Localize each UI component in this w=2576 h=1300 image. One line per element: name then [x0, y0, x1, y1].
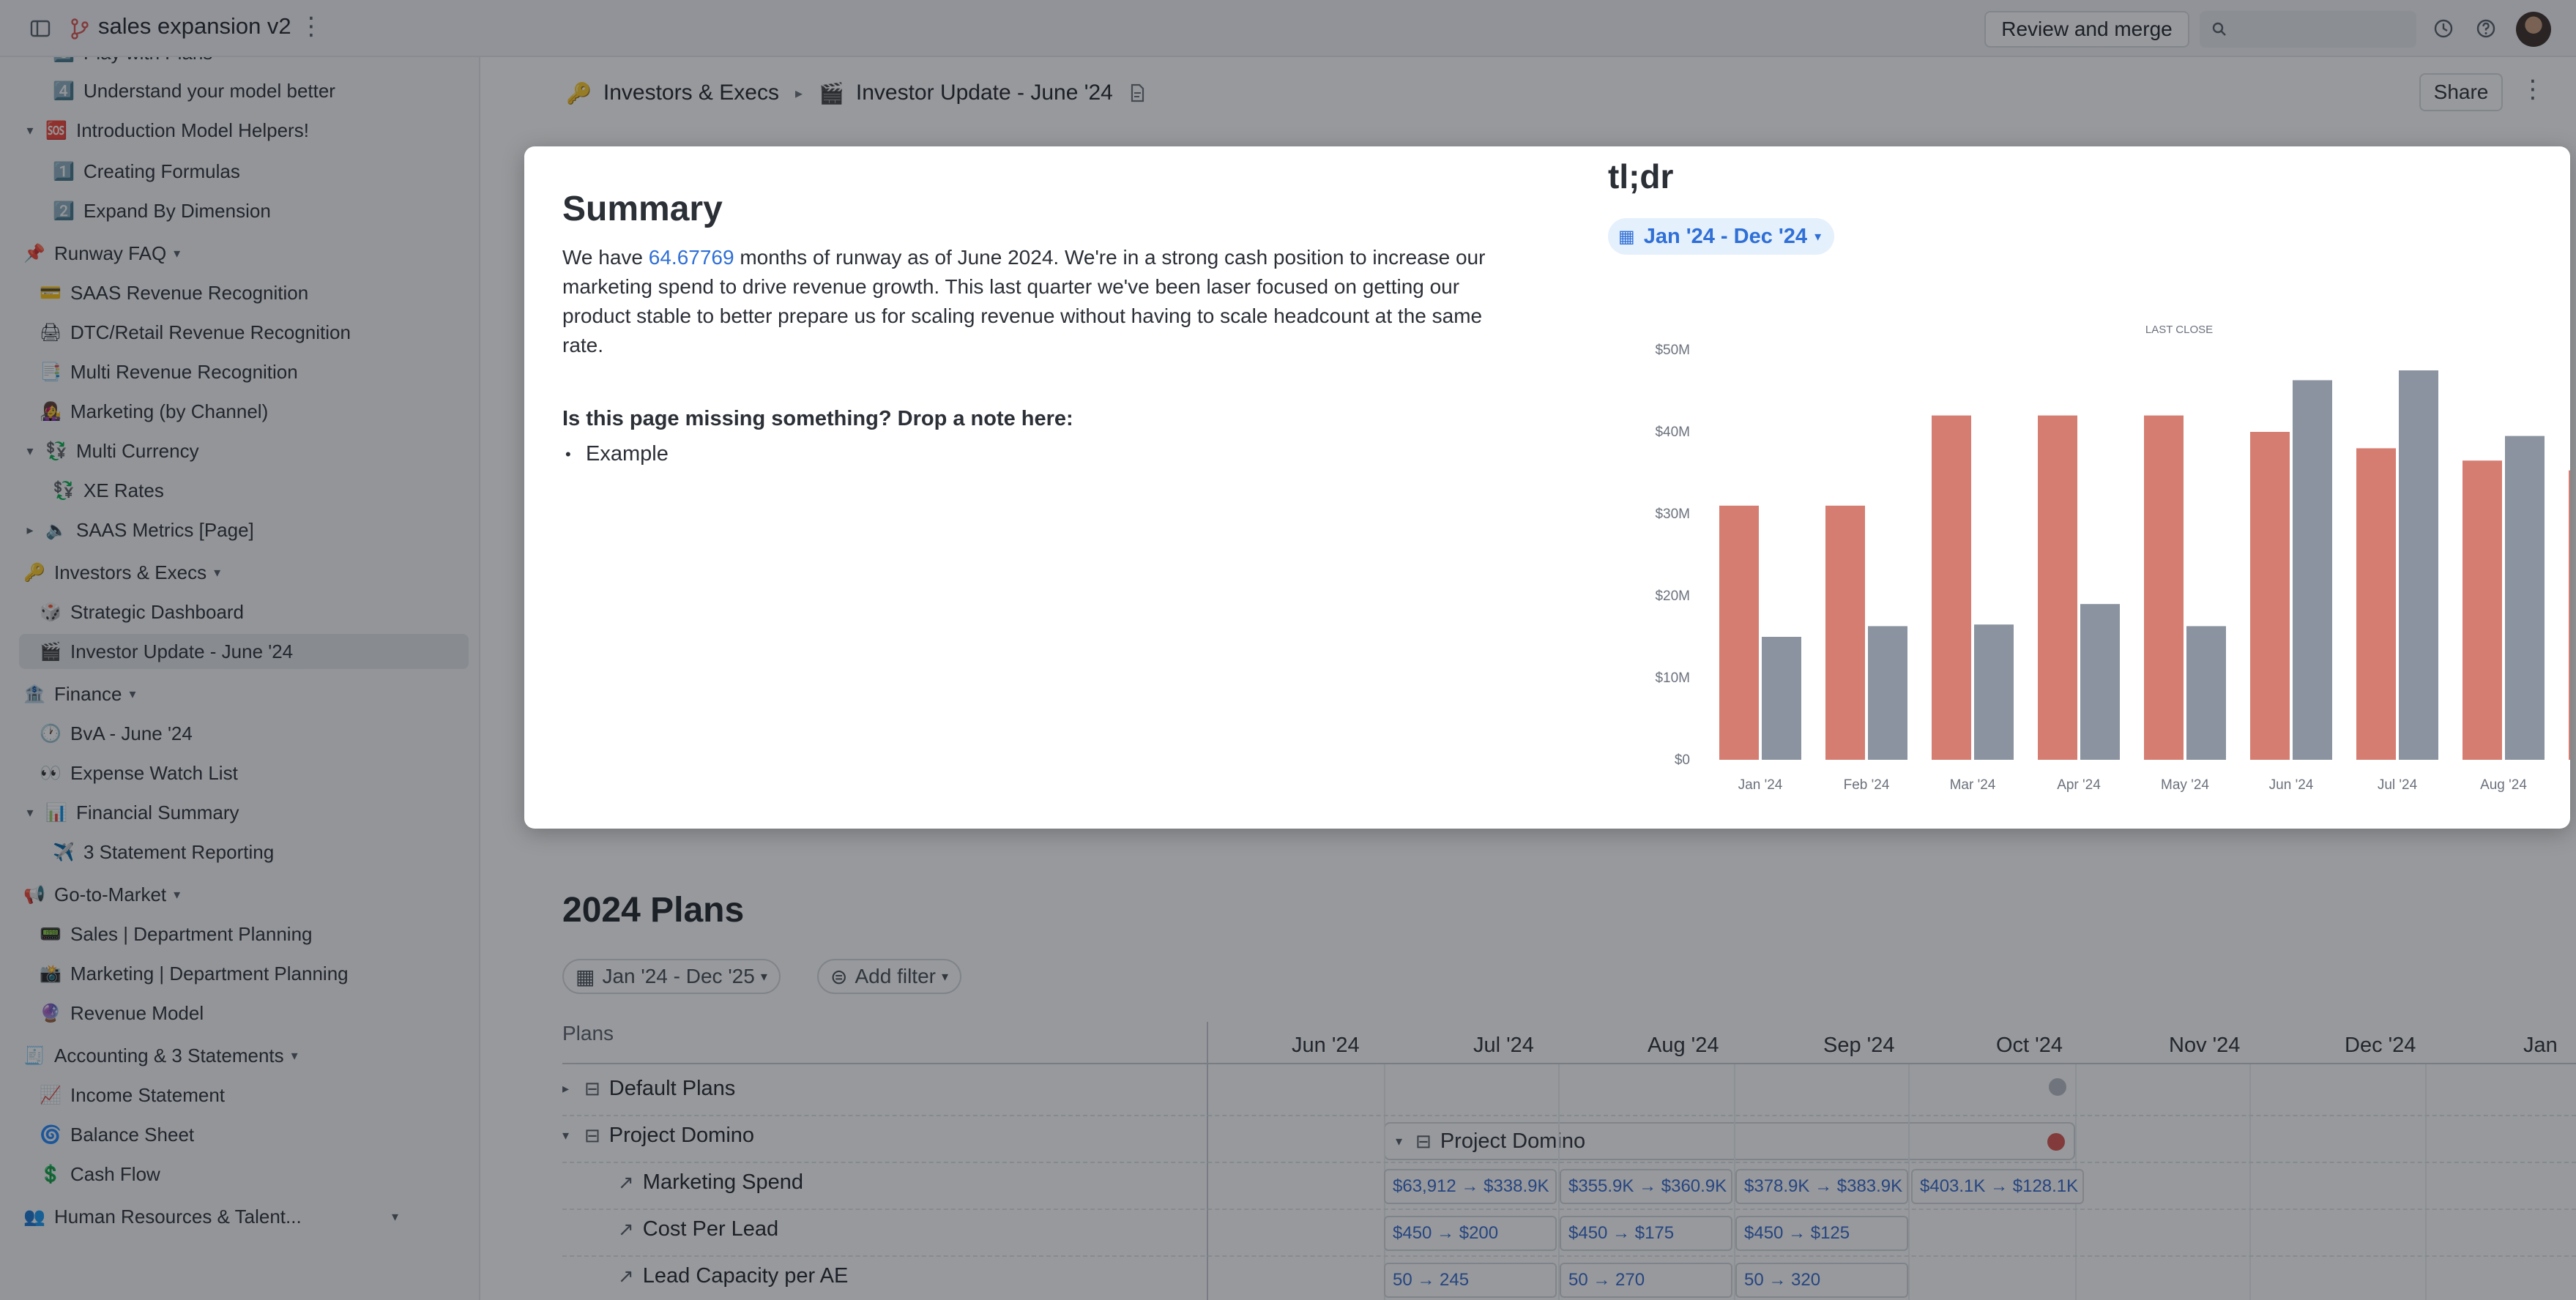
- chart-bar: [1762, 637, 1801, 760]
- chart-bar: [2356, 448, 2396, 760]
- chart-bar: [1719, 505, 1759, 760]
- chart-bar: [2505, 436, 2545, 760]
- x-tick-label: Jan '24: [1738, 777, 1783, 793]
- summary-title: Summary: [562, 190, 723, 228]
- chart-bar: [2250, 432, 2290, 760]
- chart-bar: [2293, 380, 2332, 760]
- chart-annotation: LAST CLOSE: [2145, 324, 2213, 336]
- chart-bar: [1932, 415, 1971, 760]
- chart-bar: [2080, 604, 2120, 760]
- bullet-icon: •: [565, 444, 571, 463]
- y-tick-label: $10M: [1655, 670, 1690, 686]
- chart-bar: [2399, 370, 2438, 760]
- note-item-text: Example: [586, 442, 669, 466]
- chart-bar: [2463, 460, 2502, 760]
- y-tick-label: $50M: [1655, 343, 1690, 358]
- x-tick-label: Jun '24: [2269, 777, 2314, 793]
- chart-bar: [1868, 626, 1907, 760]
- chart-bar: [2038, 415, 2077, 760]
- x-tick-label: Feb '24: [1844, 777, 1890, 793]
- chart-bar: [1825, 505, 1865, 760]
- cash-bar-chart: LAST CLOSE $0 $10M $20M $30M $40M $50M Jan '24 F…: [1655, 324, 2570, 793]
- x-tick-label: Apr '24: [2057, 777, 2101, 793]
- runway-value[interactable]: 64.67769: [649, 246, 734, 269]
- chevron-down-icon: ▾: [1814, 228, 1822, 244]
- y-tick-label: $0: [1675, 752, 1690, 768]
- y-tick-label: $40M: [1655, 425, 1690, 440]
- y-tick-label: $30M: [1655, 507, 1690, 522]
- calendar-icon: ▦: [1618, 226, 1635, 247]
- chart-bar: [1974, 624, 2014, 760]
- note-prompt: Is this page missing something? Drop a n…: [562, 407, 1073, 430]
- chart-bar: [2144, 415, 2184, 760]
- summary-text: We have 64.67769 months of runway as of …: [562, 243, 1507, 360]
- x-tick-label: Mar '24: [1950, 777, 1996, 793]
- x-tick-label: May '24: [2161, 777, 2209, 793]
- chart-date-range-label: Jan '24 - Dec '24: [1643, 224, 1808, 248]
- x-tick-label: Jul '24: [2378, 777, 2418, 793]
- chart-bar: [2186, 626, 2226, 760]
- x-tick-label: Aug '24: [2480, 777, 2527, 793]
- summary-text-before: We have: [562, 246, 649, 269]
- note-list-item[interactable]: • Example: [562, 442, 669, 466]
- chart-date-range-selector[interactable]: ▦ Jan '24 - Dec '24 ▾: [1608, 218, 1835, 255]
- chart-bar: [2569, 470, 2570, 760]
- summary-modal: Summary We have 64.67769 months of runwa…: [524, 146, 2570, 829]
- y-tick-label: $20M: [1655, 589, 1690, 604]
- modal-backdrop[interactable]: Summary We have 64.67769 months of runwa…: [0, 0, 2576, 1300]
- tldr-title: tl;dr: [1608, 157, 1674, 195]
